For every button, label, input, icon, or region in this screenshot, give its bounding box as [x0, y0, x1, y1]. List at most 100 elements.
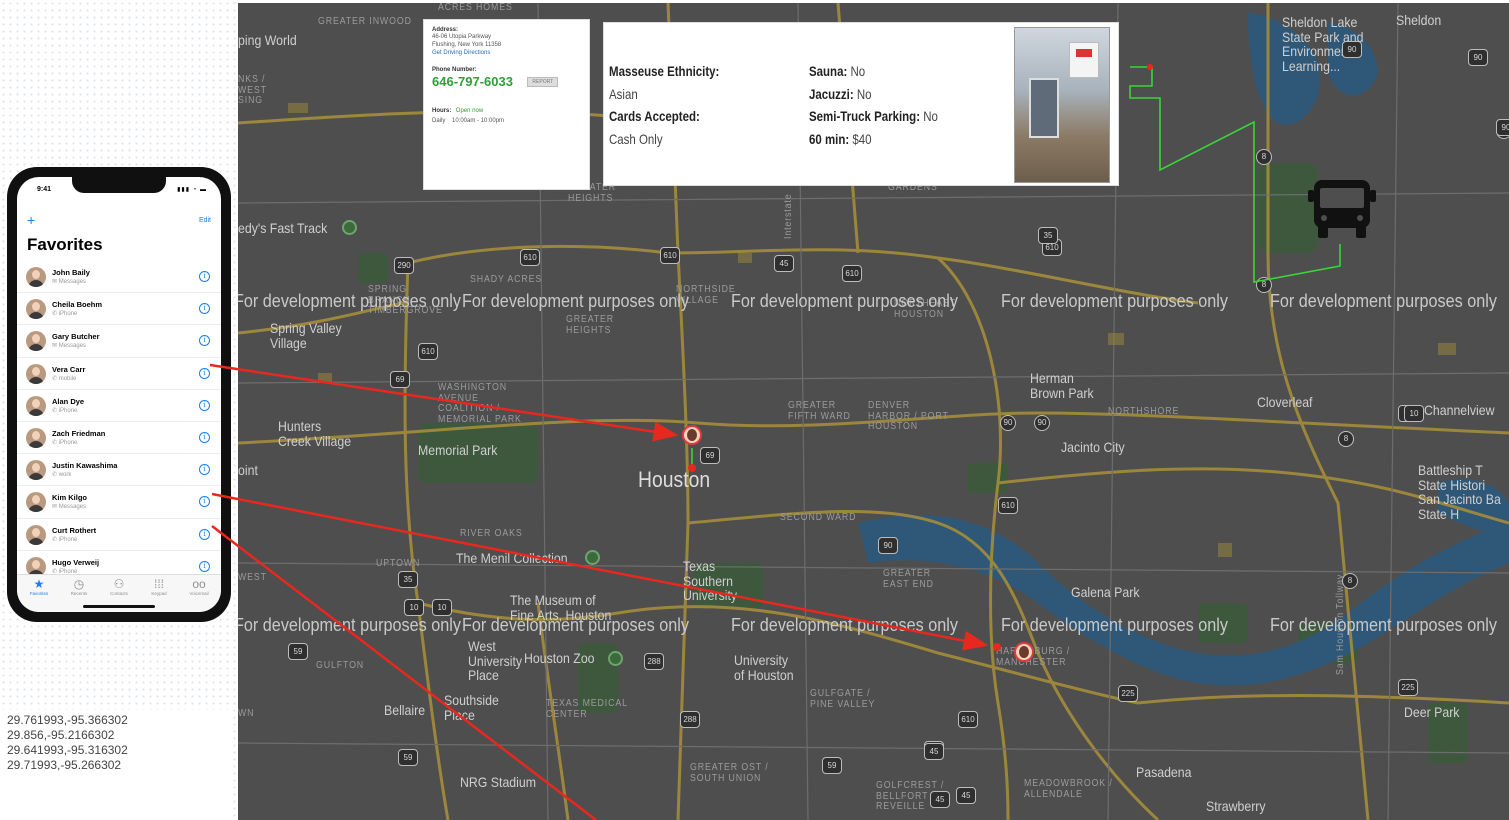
contact-type: ✆ mobile [52, 375, 77, 382]
dev-watermark: For development purposes only [238, 291, 461, 311]
home-indicator [83, 605, 155, 608]
highway-shield: 10 [1404, 405, 1424, 422]
avatar [26, 427, 46, 448]
location-pin-avatar[interactable] [1014, 642, 1034, 662]
map-label: Memorial Park [418, 442, 498, 458]
add-favorite-button[interactable]: + [27, 213, 35, 227]
tab-label: Recents [70, 591, 88, 596]
info-icon[interactable]: i [199, 399, 210, 411]
coordinate-entry: 29.641993,-95.316302 [7, 743, 128, 757]
map-label-city: Houston [638, 467, 711, 492]
address-card: Address: 46-06 Utopia Parkway Flushing, … [423, 19, 590, 190]
info-icon[interactable]: i [199, 496, 210, 508]
tab-recents[interactable]: ◷ Recents [59, 577, 99, 596]
map-label: edy's Fast Track [238, 220, 328, 236]
info-icon[interactable]: i [199, 528, 210, 540]
report-button[interactable]: REPORT [527, 77, 559, 88]
avatar [26, 331, 46, 352]
highway-shield: 90 [1034, 415, 1050, 431]
map-label: Sheldon [1396, 12, 1442, 28]
phone-screen: 9:41 ▮▮▮ ◔ ▬ + Edit Favorites John Baily… [17, 177, 221, 612]
museum-poi-icon[interactable] [585, 550, 600, 565]
avatar [26, 395, 46, 416]
highway-shield: 8 [1338, 431, 1354, 447]
tab-keypad[interactable]: ⁞⁞⁞ Keypad [139, 577, 179, 596]
tab-voicemail[interactable]: oo Voicemail [179, 577, 219, 596]
info-icon[interactable]: i [199, 431, 210, 443]
info-icon[interactable]: i [199, 560, 210, 572]
dev-watermark: For development purposes only [462, 615, 689, 635]
tab-label: Voicemail [189, 591, 209, 596]
star-icon: ★ [33, 577, 45, 591]
list-item[interactable]: Cheila Boehm ✆ iPhone i [17, 293, 221, 326]
highway-shield: 69 [700, 447, 720, 464]
avatar [26, 363, 46, 384]
highway-shield: 59 [398, 749, 418, 766]
list-item[interactable]: Zach Friedman ✆ iPhone i [17, 422, 221, 455]
map-label: West University Place [468, 638, 523, 684]
map-label: DENVER HARBOR / PORT HOUSTON [868, 400, 949, 432]
contact-type: ✆ iPhone [52, 407, 78, 414]
map-label: Interstate [783, 193, 794, 239]
location-pin-avatar[interactable] [682, 425, 702, 445]
storefront-photo[interactable] [1014, 27, 1110, 183]
contact-type: ✆ work [52, 472, 72, 479]
list-item[interactable]: Kim Kilgo ✉ Messages i [17, 486, 221, 519]
map-label: GREATER OST / SOUTH UNION [690, 762, 769, 784]
highway-shield: 69 [390, 371, 410, 388]
status-time: 9:41 [37, 186, 52, 193]
zoo-poi-icon[interactable] [608, 651, 623, 666]
avatar [26, 524, 46, 545]
map-label: NORTHSHORE [1108, 406, 1180, 417]
map-label: WN [238, 708, 255, 719]
hours-label: Hours: [432, 108, 452, 115]
hours-line: Daily 10:00am - 10:00pm [432, 118, 505, 125]
phone-mockup: 9:41 ▮▮▮ ◔ ▬ + Edit Favorites John Baily… [7, 167, 231, 622]
list-item[interactable]: John Baily ✉ Messages i [17, 261, 221, 294]
parking-label: Semi-Truck Parking: [809, 108, 921, 124]
info-icon[interactable]: i [199, 303, 210, 315]
map-label: The Menil Collection [456, 550, 568, 566]
phone-number[interactable]: 646-797-6033 [432, 74, 513, 89]
contact-name: Curt Rothert [52, 525, 97, 535]
info-icon[interactable]: i [199, 271, 210, 282]
avatar [26, 267, 46, 287]
coordinates-list: 29.761993,-95.366302 29.856,-95.2166302 … [0, 710, 232, 820]
sauna-label: Sauna: [809, 63, 848, 79]
map-label: Houston Zoo [524, 650, 595, 666]
highway-shield: 225 [1118, 685, 1138, 702]
contact-name: Hugo Verweij [52, 557, 100, 567]
park-poi-icon[interactable] [342, 220, 357, 235]
list-item[interactable]: Justin Kawashima ✆ work i [17, 454, 221, 487]
coordinate-entry: 29.856,-95.2166302 [7, 728, 115, 742]
highway-shield: 225 [1398, 679, 1418, 696]
parking-value: No [923, 108, 938, 124]
favorites-list: John Baily ✉ Messages i Cheila Boehm ✆ iPho… [17, 261, 221, 583]
map-label: NRG Stadium [460, 774, 536, 790]
list-item[interactable]: Gary Butcher ✉ Messages i [17, 325, 221, 358]
tab-contacts[interactable]: ⚇ Contacts [99, 577, 139, 596]
list-item[interactable]: Vera Carr ✆ mobile i [17, 358, 221, 390]
map-label: GREATER FIFTH WARD [788, 400, 851, 422]
sauna-value: No [850, 63, 866, 79]
map-label: UPTOWN [376, 558, 421, 569]
highway-shield: 10 [404, 599, 424, 616]
price-value: $40 [852, 130, 872, 147]
list-item[interactable]: Alan Dye ✆ iPhone i [17, 390, 221, 422]
info-icon[interactable]: i [199, 464, 210, 476]
highway-shield: 90 [1496, 119, 1509, 136]
highway-shield: 35 [1038, 227, 1058, 244]
address-line: 46-06 Utopia Parkway [432, 34, 492, 40]
info-icon[interactable]: i [199, 367, 210, 379]
driving-directions-link[interactable]: Get Driving Directions [432, 49, 581, 57]
highway-shield: 10 [432, 599, 452, 616]
info-icon[interactable]: i [199, 335, 210, 347]
contacts-icon: ⚇ [113, 577, 125, 591]
tab-label: Favorites [29, 591, 49, 596]
contact-name: Vera Carr [52, 364, 86, 374]
contact-type: ✉ Messages [52, 279, 87, 285]
tab-favorites[interactable]: ★ Favorites [19, 577, 59, 596]
contact-name: Gary Butcher [52, 332, 100, 342]
list-item[interactable]: Curt Rothert ✆ iPhone i [17, 519, 221, 551]
edit-button[interactable]: Edit [199, 217, 211, 224]
